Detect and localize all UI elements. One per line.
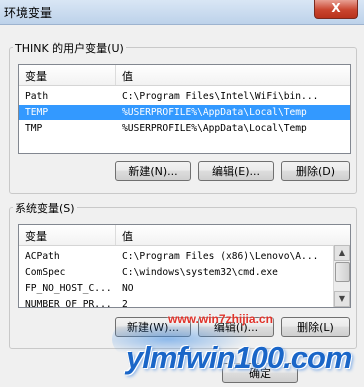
user-new-button[interactable]: 新建(N)... — [115, 161, 191, 181]
scroll-thumb[interactable] — [335, 262, 350, 282]
user-delete-button[interactable]: 删除(D) — [281, 161, 350, 181]
list-item[interactable]: FP_NO_HOST_C... NO — [19, 281, 334, 296]
system-list-header: 变量 值 — [19, 225, 350, 246]
list-item[interactable]: Path C:\Program Files\Intel\WiFi\bin... — [19, 89, 350, 104]
list-item-selected[interactable]: TEMP %USERPROFILE%\AppData\Local\Temp — [19, 105, 350, 120]
variable-value: C:\Program Files\Intel\WiFi\bin... — [122, 91, 319, 102]
variable-name: Path — [25, 91, 49, 102]
system-variables-label: 系统变量(S) — [13, 200, 77, 216]
list-item[interactable]: NUMBER_OF_PR... 2 — [19, 297, 334, 308]
watermark-brand-text: ylmfwin100.com — [126, 340, 352, 375]
watermark-site-text: www.win7zhijia.cn — [168, 312, 273, 326]
variable-value: 2 — [122, 299, 128, 308]
column-header-variable[interactable]: 变量 — [25, 228, 47, 244]
variable-name: ComSpec — [25, 267, 66, 278]
title-bar: 环境变量 X — [0, 0, 364, 25]
variable-name: ACPath — [25, 251, 60, 262]
user-variables-list[interactable]: 变量 值 Path C:\Program Files\Intel\WiFi\bi… — [18, 64, 351, 154]
window-title: 环境变量 — [4, 6, 53, 20]
scroll-up-icon[interactable]: ▲ — [334, 245, 350, 261]
close-icon: X — [331, 1, 341, 15]
variable-name: TMP — [25, 123, 43, 134]
column-header-variable[interactable]: 变量 — [25, 68, 47, 84]
list-item[interactable]: TMP %USERPROFILE%\AppData\Local\Temp — [19, 121, 350, 136]
variable-value: NO — [122, 283, 134, 294]
user-list-header: 变量 值 — [19, 65, 350, 86]
system-variables-list[interactable]: 变量 值 ACPath C:\Program Files (x86)\Lenov… — [18, 224, 351, 308]
system-delete-button[interactable]: 删除(L) — [281, 317, 350, 337]
column-divider[interactable] — [115, 65, 116, 85]
variable-value: C:\windows\system32\cmd.exe — [122, 267, 278, 278]
list-item[interactable]: ACPath C:\Program Files (x86)\Lenovo\A..… — [19, 249, 334, 264]
user-variables-label: THINK 的用户变量(U) — [13, 40, 126, 56]
column-header-value[interactable]: 值 — [122, 68, 133, 84]
system-list-scrollbar[interactable]: ▲ ▼ — [333, 245, 350, 307]
variable-name: NUMBER_OF_PR... — [25, 299, 112, 308]
list-item[interactable]: ComSpec C:\windows\system32\cmd.exe — [19, 265, 334, 280]
column-divider[interactable] — [115, 225, 116, 245]
variable-name: TEMP — [25, 107, 49, 118]
close-button[interactable]: X — [314, 0, 358, 19]
user-edit-button[interactable]: 编辑(E)... — [198, 161, 274, 181]
variable-value: C:\Program Files (x86)\Lenovo\A... — [122, 251, 319, 262]
variable-value: %USERPROFILE%\AppData\Local\Temp — [122, 123, 307, 134]
scroll-down-icon[interactable]: ▼ — [334, 291, 350, 307]
variable-value: %USERPROFILE%\AppData\Local\Temp — [122, 107, 307, 118]
column-header-value[interactable]: 值 — [122, 228, 133, 244]
variable-name: FP_NO_HOST_C... — [25, 283, 112, 294]
